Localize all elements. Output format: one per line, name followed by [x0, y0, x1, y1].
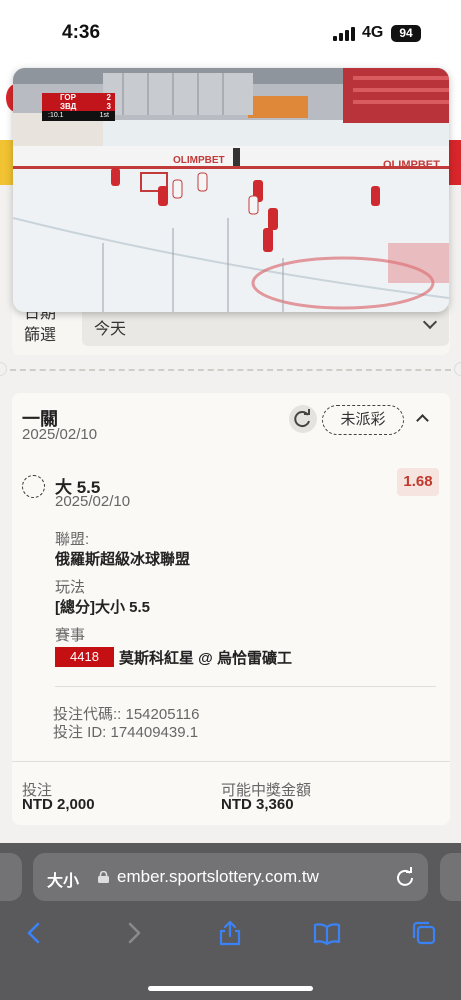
team1-score: 2: [106, 93, 111, 102]
ticket-notch-left: [0, 362, 7, 376]
reload-icon[interactable]: [393, 865, 417, 889]
scoreboard: ГОР 2 ЗВД 3 :10.1 1st: [42, 93, 115, 123]
browser-toolbar: 大小 ember.sportslottery.com.tw: [0, 843, 461, 1000]
match-name: 莫斯科紅星 @ 烏恰雷礦工: [119, 650, 292, 667]
chevron-down-icon: [422, 314, 438, 330]
board-ad-left: OLIMPBET: [173, 155, 225, 166]
home-indicator[interactable]: [148, 986, 313, 991]
bet-date: 2025/02/10: [22, 426, 98, 443]
odds-badge: 1.68: [397, 468, 439, 496]
text-size-button[interactable]: 大小: [47, 867, 79, 891]
team1-name: ГОР: [60, 93, 76, 102]
selection-status-icon: [22, 475, 45, 498]
next-tab-peek[interactable]: [440, 853, 461, 901]
card-divider: [55, 686, 436, 687]
url-text[interactable]: ember.sportslottery.com.tw: [117, 867, 319, 887]
date-filter-value: 今天: [94, 321, 127, 338]
game-clock: :10.1: [48, 112, 64, 119]
battery-icon: 94: [391, 25, 421, 42]
scoreboard-clock: :10.1 1st: [42, 111, 115, 121]
ticket-notch-right: [454, 362, 461, 376]
game-period: 1st: [99, 112, 109, 119]
match-id-badge: 4418: [55, 647, 114, 667]
stake-divider: [12, 761, 450, 762]
cellular-signal-icon: [333, 27, 355, 41]
status-time: 4:36: [62, 22, 101, 43]
tabs-icon[interactable]: [410, 919, 438, 947]
bet-card: 一關 2025/02/10 未派彩 大 5.5 2025/02/10 1.68 …: [12, 393, 450, 825]
address-bar[interactable]: 大小 ember.sportslottery.com.tw: [33, 853, 428, 901]
league-label: 聯盟:: [55, 531, 90, 548]
refresh-icon: [294, 409, 310, 428]
live-video-player[interactable]: OLIMPBET OLIMPBET ГОР 2 ЗВД 3:10.1 1st: [13, 68, 449, 312]
status-bar: 4:36 4G 94: [0, 0, 461, 62]
payout-value: NTD 3,360: [221, 796, 294, 813]
market-value: [總分]大小 5.5: [55, 599, 151, 616]
chevron-up-icon[interactable]: [416, 414, 429, 427]
back-icon[interactable]: [20, 919, 48, 947]
lock-icon: [98, 871, 109, 883]
scoreboard-team2: ЗВД 3: [42, 102, 115, 111]
bet-id: 投注 ID: 174409439.1: [53, 724, 199, 741]
selection-date: 2025/02/10: [55, 493, 131, 510]
share-icon[interactable]: [216, 919, 244, 947]
scoreboard-team1: ГОР 2: [42, 93, 115, 102]
event-label: 賽事: [55, 627, 86, 644]
ticket-divider: [10, 369, 451, 371]
settlement-status-badge: 未派彩: [322, 405, 404, 435]
stake-value: NTD 2,000: [22, 796, 95, 813]
team2-score: 3: [106, 102, 111, 111]
network-type: 4G: [362, 24, 384, 41]
forward-icon[interactable]: [120, 919, 148, 947]
refresh-button[interactable]: [289, 405, 317, 433]
bookmarks-icon[interactable]: [313, 919, 341, 947]
previous-tab-peek[interactable]: [0, 853, 22, 901]
team2-name: ЗВД: [60, 102, 77, 111]
market-label: 玩法: [55, 579, 86, 596]
league-value: 俄羅斯超級冰球聯盟: [55, 551, 191, 568]
